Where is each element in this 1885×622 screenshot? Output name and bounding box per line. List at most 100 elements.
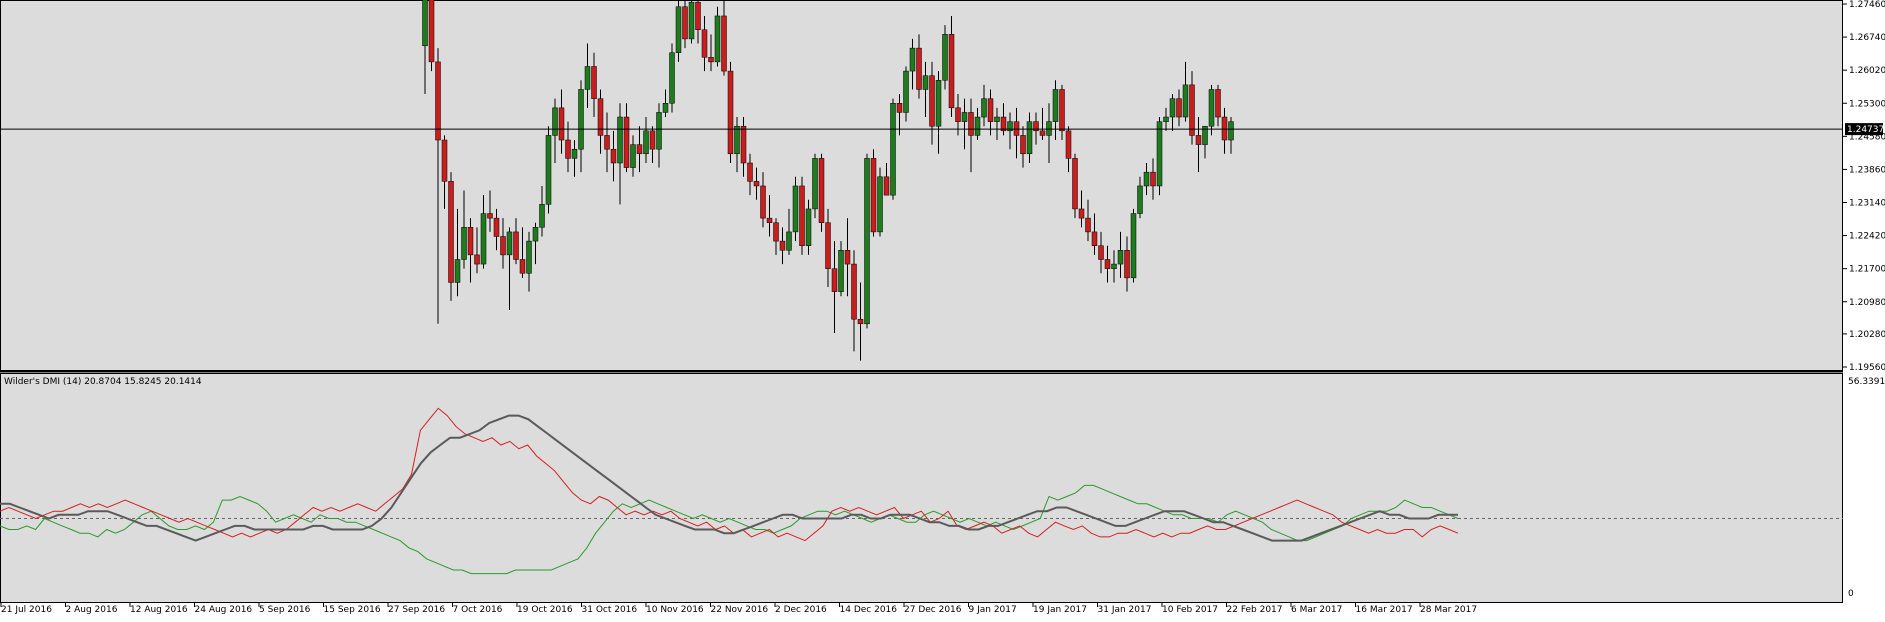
- candle-down: [1098, 245, 1104, 260]
- candle-down: [565, 139, 571, 159]
- candle-down: [844, 250, 851, 265]
- candle-up: [630, 144, 636, 168]
- candle-up: [1163, 116, 1169, 122]
- candle-down: [779, 240, 786, 251]
- candle-down: [493, 217, 500, 237]
- candle-up: [1143, 171, 1150, 187]
- candle-up: [1052, 89, 1059, 122]
- x-tick-label: 21 Jul 2016: [1, 605, 52, 615]
- candle-down: [1221, 116, 1228, 141]
- candle-up: [662, 103, 669, 113]
- x-tick-label: 10 Feb 2017: [1162, 605, 1218, 615]
- candle-down: [1039, 130, 1046, 136]
- candle-up: [935, 80, 942, 127]
- candle-down: [851, 263, 857, 320]
- candle-up: [669, 52, 675, 104]
- candle-up: [539, 204, 545, 228]
- candle-down: [1065, 130, 1072, 159]
- candle-down: [1072, 158, 1078, 210]
- x-tick-label: 2 Dec 2016: [775, 605, 827, 615]
- indicator-plot-area: [0, 373, 1843, 603]
- candle-up: [903, 70, 909, 113]
- price-tick-label: 1.26020: [1849, 66, 1885, 76]
- x-tick-label: 10 Nov 2016: [646, 605, 704, 615]
- candle-down: [708, 57, 714, 63]
- x-tick-label: 2 Aug 2016: [66, 605, 118, 615]
- chart-root: 1.27460 1.26740 1.26020 1.25300 1.24580 1.238…: [0, 0, 1885, 618]
- candle-up: [792, 185, 799, 233]
- candle-down: [701, 29, 708, 58]
- x-tick-label: 31 Oct 2016: [582, 605, 638, 615]
- candle-down: [883, 176, 890, 196]
- price-tick-label: 1.27460: [1849, 0, 1885, 10]
- candle-up: [981, 98, 987, 118]
- x-tick-label: 28 Mar 2017: [1420, 605, 1477, 615]
- price-tick-label: 1.20280: [1849, 330, 1885, 340]
- chart-svg: 1.274601.267401.260201.253001.245801.238…: [0, 0, 1885, 615]
- candle-down: [610, 148, 617, 164]
- x-tick-label: 24 Aug 2016: [195, 605, 253, 615]
- candle-up: [1169, 98, 1176, 118]
- candle-down: [1078, 208, 1085, 219]
- candle-down: [831, 268, 838, 292]
- x-tick-label: 15 Sep 2016: [324, 605, 381, 615]
- candle-down: [467, 227, 474, 256]
- price-tick-label: 1.22420: [1849, 232, 1885, 242]
- candle-up: [877, 176, 883, 233]
- candle-up: [994, 116, 1000, 122]
- candle-down: [727, 70, 734, 155]
- x-tick-label: 19 Jan 2017: [1033, 605, 1087, 615]
- candle-down: [740, 125, 747, 164]
- candle-up: [688, 1, 695, 40]
- candle-down: [773, 222, 779, 242]
- candle-down: [649, 130, 656, 150]
- candle-up: [1117, 250, 1124, 265]
- price-tick-label: 1.21700: [1849, 265, 1885, 275]
- x-tick-label: 27 Sep 2016: [388, 605, 445, 615]
- candle-down: [818, 158, 825, 223]
- candle-up: [812, 158, 818, 210]
- candle-down: [597, 98, 604, 136]
- dmi-indicator-label: Wilder's DMI (14) 20.8704 15.8245 20.141…: [4, 377, 202, 387]
- candle-up: [1137, 185, 1143, 214]
- candle-down: [513, 231, 519, 260]
- x-tick-label: 12 Aug 2016: [130, 605, 188, 615]
- dmi-axis-min-label: 0: [1848, 589, 1854, 599]
- candle-down: [558, 107, 565, 141]
- candle-down: [1104, 259, 1111, 269]
- candle-up: [890, 103, 896, 196]
- candle-up: [526, 240, 532, 274]
- candle-up: [734, 125, 740, 155]
- x-tick-label: 7 Oct 2016: [453, 605, 503, 615]
- x-tick-label: 14 Dec 2016: [840, 605, 898, 615]
- candle-up: [578, 89, 584, 150]
- candle-down: [857, 318, 864, 325]
- candle-down: [682, 6, 688, 40]
- candle-up: [422, 0, 428, 47]
- x-tick-label: 9 Jan 2017: [969, 605, 1017, 615]
- candle-down: [916, 47, 922, 90]
- candle-down: [955, 107, 961, 122]
- price-tick-label: 1.20980: [1849, 298, 1885, 308]
- candle-down: [428, 0, 435, 63]
- candle-up: [552, 107, 558, 136]
- candle-up: [454, 259, 461, 283]
- candle-down: [474, 254, 480, 265]
- candle-down: [636, 144, 643, 155]
- candle-up: [480, 213, 487, 265]
- candle-up: [532, 227, 539, 242]
- candle-down: [1189, 84, 1195, 136]
- candle-up: [786, 231, 792, 251]
- candle-up: [864, 158, 870, 325]
- candle-up: [584, 66, 591, 90]
- candle-up: [656, 112, 662, 150]
- candle-down: [1013, 121, 1020, 136]
- x-tick-label: 27 Dec 2016: [904, 605, 962, 615]
- x-tick-label: 16 Mar 2017: [1356, 605, 1413, 615]
- candle-up: [961, 112, 968, 122]
- candle-down: [987, 98, 994, 122]
- candle-down: [1085, 217, 1091, 233]
- candle-down: [1195, 135, 1202, 145]
- candle-down: [441, 139, 448, 182]
- candle-up: [643, 130, 649, 155]
